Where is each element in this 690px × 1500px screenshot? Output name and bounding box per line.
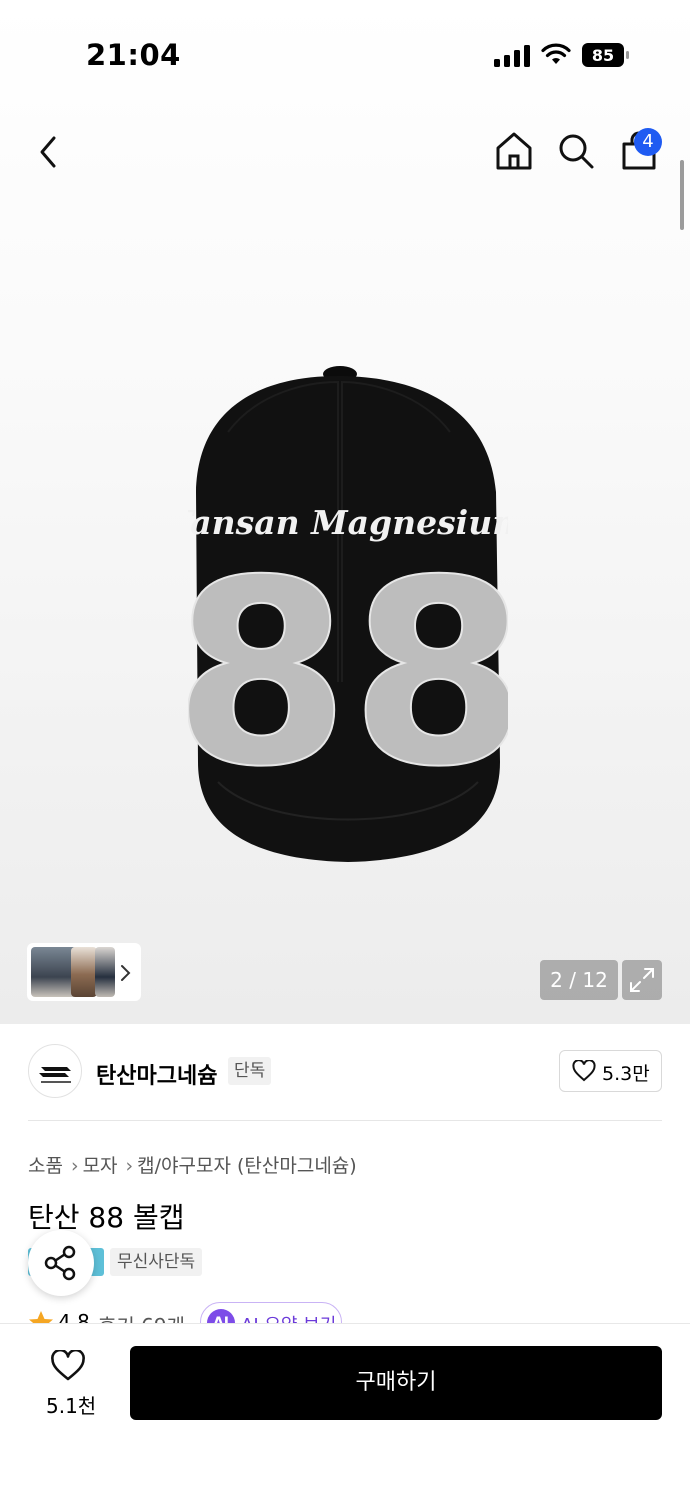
scroll-indicator: [680, 160, 684, 230]
cap-number-embroidery: 88: [188, 526, 508, 823]
fullscreen-button[interactable]: [622, 960, 662, 1000]
status-bar: 21:04 85: [0, 0, 690, 100]
cart-count-badge: 4: [634, 128, 662, 156]
heart-icon: [572, 1060, 596, 1082]
home-icon[interactable]: [494, 130, 534, 172]
status-time: 21:04: [86, 38, 181, 72]
share-button[interactable]: [28, 1230, 94, 1296]
brand-like-button[interactable]: 5.3만: [559, 1050, 662, 1092]
chevron-right-icon[interactable]: [118, 963, 132, 983]
share-icon: [44, 1245, 76, 1281]
brand-like-count: 5.3만: [602, 1063, 650, 1085]
brand-logo[interactable]: [28, 1044, 82, 1098]
cellular-signal-icon: [494, 45, 530, 67]
thumbnail-3[interactable]: [95, 947, 115, 997]
breadcrumb: 소품 › 모자 › 캡/야구모자 (탄산마그네슘): [28, 1151, 361, 1178]
search-icon[interactable]: [557, 131, 595, 171]
battery-level: 85: [592, 46, 614, 65]
breadcrumb-item[interactable]: 캡/야구모자 (탄산마그네슘): [137, 1155, 357, 1177]
product-image[interactable]: Tansan Magnesium 88: [188, 362, 508, 867]
gallery-page-counter: 2 / 12: [540, 960, 618, 1000]
wishlist-heart-icon[interactable]: [50, 1350, 86, 1382]
chevron-right-icon: ›: [70, 1155, 79, 1177]
back-arrow-icon[interactable]: [34, 132, 64, 172]
chevron-right-icon: ›: [125, 1155, 134, 1177]
thumbnail-2[interactable]: [71, 947, 97, 997]
expand-icon: [630, 968, 654, 992]
exclusive-badge: 무신사단독: [110, 1248, 203, 1276]
wifi-icon: [541, 43, 571, 64]
battery-icon: 85: [582, 43, 629, 67]
breadcrumb-item[interactable]: 소품: [28, 1155, 63, 1177]
wishlist-count: 5.1천: [46, 1394, 97, 1418]
brand-exclusive-tag: 단독: [228, 1057, 272, 1085]
buy-button[interactable]: 구매하기: [130, 1346, 662, 1420]
breadcrumb-item[interactable]: 모자: [83, 1155, 118, 1177]
brand-name[interactable]: 탄산마그네슘: [96, 1058, 217, 1090]
divider: [28, 1120, 662, 1121]
